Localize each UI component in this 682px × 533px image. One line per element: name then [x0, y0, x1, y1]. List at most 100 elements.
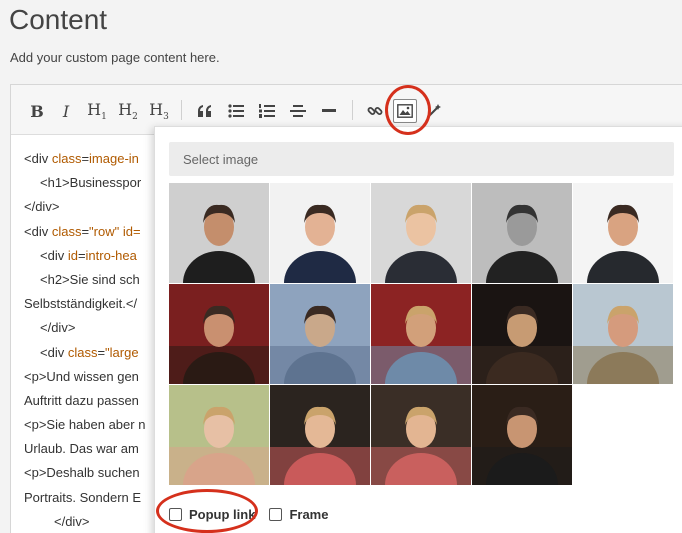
- code-eq: =: [97, 344, 106, 360]
- code-text: <div: [40, 344, 68, 360]
- image-woman-closeup-glass: [169, 385, 269, 485]
- h2-icon: H2: [118, 100, 138, 122]
- code-text: <p>Und wissen gen: [24, 368, 139, 384]
- code-line: Portraits. Sondern E: [24, 486, 171, 510]
- code-text: Selbstständigkeit.</: [24, 296, 138, 312]
- code-text: <div: [24, 223, 52, 239]
- horizontal-rule-icon: [322, 109, 336, 112]
- code-text: Urlaub. Das war am: [24, 441, 139, 457]
- code-line: <h2>Sie sind sch: [24, 268, 171, 292]
- image-woman-red-door-drinking: [169, 284, 269, 384]
- image-thumbnail-woman-dark-window[interactable]: [472, 284, 572, 384]
- image-thumbnail-portrait-woman-blazer[interactable]: [169, 183, 269, 283]
- code-line: <p>Und wissen gen: [24, 365, 171, 389]
- image-search-input[interactable]: [169, 142, 674, 176]
- code-text: </div>: [40, 320, 76, 336]
- numbered-list-icon: [259, 104, 275, 118]
- image-thumbnail-portrait-man-glasses[interactable]: [270, 183, 370, 283]
- h2-label: H: [118, 99, 133, 119]
- image-portrait-woman-blazer: [169, 183, 269, 283]
- code-line: </div>: [24, 195, 171, 219]
- bullet-list-button[interactable]: [224, 99, 248, 123]
- page: Content Add your custom page content her…: [0, 0, 682, 533]
- insert-image-button[interactable]: [393, 99, 417, 123]
- code-text: <p>Deshalb suchen: [24, 465, 140, 481]
- code-text: <h1>Businesspor: [40, 175, 142, 191]
- frame-checkbox[interactable]: [269, 507, 283, 521]
- code-area[interactable]: <div class=image-in <h1>Businesspor </div>…: [11, 135, 171, 533]
- popup-link-option[interactable]: Popup link: [169, 507, 255, 522]
- heading3-button[interactable]: H3: [147, 99, 171, 123]
- code-line: <p>Sie haben aber n: [24, 413, 171, 437]
- italic-button[interactable]: I: [54, 99, 78, 123]
- image-jeans-wine-glass: [270, 284, 370, 384]
- quote-button[interactable]: [193, 99, 217, 123]
- toolbar-divider: [181, 100, 182, 120]
- magic-wand-icon: [427, 104, 441, 118]
- code-attr: class: [51, 223, 82, 239]
- image-thumbnail-woman-closeup-glass[interactable]: [169, 385, 269, 485]
- h1-sub: 1: [101, 112, 107, 123]
- frame-label: Frame: [289, 506, 329, 522]
- image-woman-wine-bottle-glass: [371, 385, 471, 485]
- align-center-button[interactable]: [286, 99, 310, 123]
- bullet-list-icon: [228, 104, 244, 118]
- code-line: <div id=intro-hea: [24, 244, 171, 268]
- image-thumbnail-woman-wine-bottle-glass[interactable]: [371, 385, 471, 485]
- code-text: Auftritt dazu passen: [24, 392, 139, 408]
- code-text: <div: [24, 151, 52, 166]
- code-line: <div class=image-in: [24, 147, 171, 171]
- code-line: </div>: [24, 510, 171, 533]
- image-options: Popup link Frame: [169, 503, 342, 525]
- toolbar-divider: [352, 100, 353, 120]
- code-value: image-in: [89, 151, 139, 166]
- h1-icon: H1: [87, 100, 107, 122]
- code-text: <p>Sie haben aber n: [24, 417, 146, 433]
- heading2-button[interactable]: H2: [116, 99, 140, 123]
- code-eq: =: [81, 151, 90, 166]
- image-thumbnail-woman-sitting-red-barn[interactable]: [371, 284, 471, 384]
- page-title: Content: [9, 4, 108, 35]
- bold-button[interactable]: B: [25, 99, 49, 123]
- quote-icon: [198, 105, 211, 117]
- image-thumbnail-woman-landscape-fence[interactable]: [573, 284, 673, 384]
- image-portrait-woman-blonde: [371, 183, 471, 283]
- code-text: </div>: [54, 513, 90, 529]
- horizontal-rule-button[interactable]: [317, 99, 341, 123]
- image-thumbnail-wine-bottle-hand[interactable]: [472, 385, 572, 485]
- popup-link-checkbox[interactable]: [169, 507, 182, 521]
- frame-option[interactable]: Frame: [269, 507, 328, 522]
- image-thumbnail-jeans-wine-glass[interactable]: [270, 284, 370, 384]
- code-text: <div: [40, 247, 68, 263]
- image-picker-popup: Popup link Frame: [154, 126, 682, 533]
- image-thumbnail-woman-smiling-table[interactable]: [270, 385, 370, 485]
- numbered-list-button[interactable]: [255, 99, 279, 123]
- image-thumbnail-woman-red-door-drinking[interactable]: [169, 284, 269, 384]
- code-text: </div>: [24, 199, 60, 215]
- image-woman-landscape-fence: [573, 284, 673, 384]
- h2-sub: 2: [132, 112, 138, 123]
- h3-sub: 3: [163, 112, 169, 123]
- image-icon: [397, 104, 413, 118]
- bold-icon: B: [30, 101, 44, 121]
- code-attr: class: [67, 344, 98, 360]
- code-line: <div class="row" id=: [24, 220, 171, 244]
- code-line: Auftritt dazu passen: [24, 389, 171, 413]
- popup-link-label: Popup link: [189, 506, 256, 522]
- code-line: Urlaub. Das war am: [24, 437, 171, 461]
- image-thumbnail-portrait-man-smiling[interactable]: [573, 183, 673, 283]
- code-eq: =: [81, 223, 90, 239]
- image-grid: [169, 183, 674, 486]
- code-attr: class: [51, 151, 82, 166]
- heading1-button[interactable]: H1: [85, 99, 109, 123]
- magic-wand-button[interactable]: [422, 99, 446, 123]
- image-thumbnail-portrait-man-bw[interactable]: [472, 183, 572, 283]
- h3-label: H: [149, 99, 164, 119]
- image-thumbnail-portrait-woman-blonde[interactable]: [371, 183, 471, 283]
- code-line: <div class="large: [24, 341, 171, 365]
- h3-icon: H3: [149, 100, 169, 122]
- link-button[interactable]: [363, 99, 387, 123]
- image-woman-smiling-table: [270, 385, 370, 485]
- image-portrait-man-smiling: [573, 183, 673, 283]
- code-line: </div>: [24, 316, 171, 340]
